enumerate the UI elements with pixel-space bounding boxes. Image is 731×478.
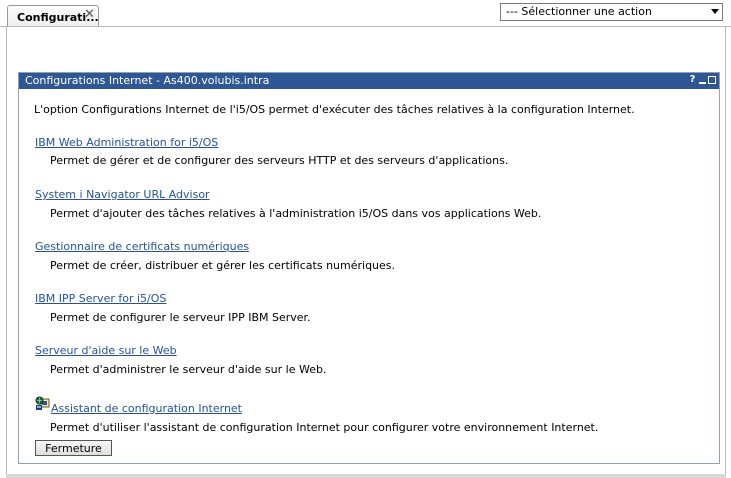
chevron-down-icon bbox=[711, 9, 719, 14]
portlet-controls: ? bbox=[686, 74, 716, 88]
wizard-icon[interactable] bbox=[35, 396, 50, 411]
portlet-title-bar: Configurations Internet - As400.volubis.… bbox=[19, 73, 719, 89]
close-icon[interactable]: ✕ bbox=[84, 8, 95, 22]
desc-web-administration: Permet de gérer et de configurer des ser… bbox=[50, 154, 509, 167]
link-web-administration[interactable]: IBM Web Administration for i5/OS bbox=[35, 136, 218, 149]
desc-ipp-server: Permet de configurer le serveur IPP IBM … bbox=[50, 311, 311, 324]
link-config-wizard[interactable]: Assistant de configuration Internet bbox=[51, 402, 242, 415]
desc-url-advisor: Permet d'ajouter des tâches relatives à … bbox=[50, 207, 542, 220]
link-url-advisor[interactable]: System i Navigator URL Advisor bbox=[35, 188, 210, 201]
tab-configurations[interactable]: Configurati... ✕ bbox=[7, 5, 99, 27]
maximize-icon[interactable] bbox=[708, 76, 716, 84]
help-icon[interactable]: ? bbox=[688, 74, 697, 85]
intro-text: L'option Configurations Internet de l'i5… bbox=[34, 103, 635, 116]
action-select-label: --- Sélectionner une action bbox=[506, 5, 652, 18]
desc-help-server: Permet d'administrer le serveur d'aide s… bbox=[50, 363, 327, 376]
desc-config-wizard: Permet d'utiliser l'assistant de configu… bbox=[50, 421, 599, 434]
link-help-server[interactable]: Serveur d'aide sur le Web bbox=[35, 344, 177, 357]
minimize-icon[interactable] bbox=[699, 74, 706, 84]
portlet-title: Configurations Internet - As400.volubis.… bbox=[25, 74, 270, 87]
link-ipp-server[interactable]: IBM IPP Server for i5/OS bbox=[35, 292, 166, 305]
horizontal-scrollbar[interactable] bbox=[6, 474, 726, 478]
link-certificate-manager[interactable]: Gestionnaire de certificats numériques bbox=[35, 240, 249, 253]
desc-certificate-manager: Permet de créer, distribuer et gérer les… bbox=[50, 259, 396, 272]
action-select[interactable]: --- Sélectionner une action bbox=[500, 3, 723, 21]
close-button[interactable]: Fermeture bbox=[35, 440, 112, 456]
tab-strip: Configurati... ✕ --- Sélectionner une ac… bbox=[0, 0, 731, 27]
